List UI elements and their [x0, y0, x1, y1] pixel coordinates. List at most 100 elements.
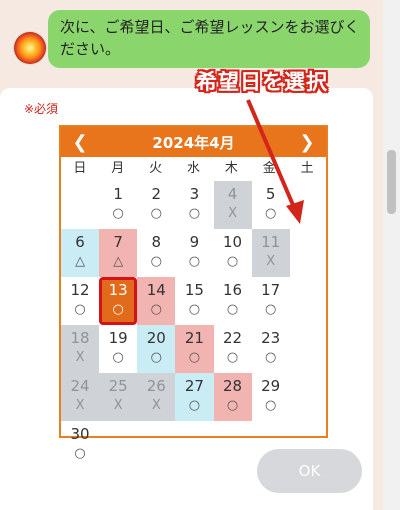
weekday-label: 土 [300, 161, 314, 176]
chat-message-bubble: 次に、ご希望日、ご希望レッスンをお選びください。 [48, 10, 370, 68]
day-number: 10 [223, 233, 243, 251]
day-number: 14 [146, 281, 166, 299]
calendar-header: ❮ 2024年4月 ❯ [61, 127, 326, 157]
availability-mark: X [75, 398, 85, 413]
day-number: 2 [151, 185, 162, 203]
day-number: 13 [108, 281, 128, 299]
chevron-right-icon[interactable]: ❯ [292, 127, 322, 157]
availability-mark: ○ [150, 206, 162, 221]
day-number: 28 [223, 377, 243, 395]
calendar-day[interactable]: 12 ○ [61, 277, 99, 325]
calendar-day: 24 X [61, 373, 100, 421]
calendar-day[interactable]: 20 ○ [137, 325, 176, 373]
day-number: 1 [113, 185, 123, 203]
availability-mark: ○ [265, 398, 277, 413]
availability-mark: ○ [150, 350, 162, 365]
calendar-day[interactable]: 27 ○ [175, 373, 214, 421]
availability-mark: ○ [188, 254, 201, 269]
calendar-day[interactable]: 21 ○ [175, 325, 214, 373]
weekday-label: 木 [224, 161, 238, 176]
scrollbar-track[interactable] [383, 0, 400, 510]
calendar-grid: 1 ○ 2 ○ 3 ○ 4 X 5 ○ 6 △ 7 △ 8 ○ 9 ○ 10 ○ 11 X 12 ○ 13 ○ 14 ○ 15 ○ 16 ○ 1… [61, 181, 326, 469]
day-number: 11 [261, 233, 281, 251]
availability-mark: ○ [265, 302, 277, 317]
calendar-day[interactable]: 7 △ [99, 229, 138, 277]
calendar-day[interactable]: 6 △ [61, 229, 100, 277]
calendar-day[interactable]: 29 ○ [252, 373, 290, 421]
day-number: 9 [189, 233, 200, 251]
calendar-day-selected[interactable]: 13 ○ [99, 277, 138, 325]
calendar-day [61, 181, 100, 229]
weekday-label: 日 [73, 161, 87, 176]
availability-mark: ○ [112, 350, 124, 365]
day-number: 22 [223, 329, 243, 347]
calendar-day[interactable]: 8 ○ [137, 229, 175, 277]
calendar-day[interactable]: 10 ○ [214, 229, 252, 277]
calendar-day: 11 X [251, 229, 290, 277]
calendar-day[interactable]: 22 ○ [214, 325, 252, 373]
calendar-day[interactable]: 2 ○ [137, 181, 175, 229]
weekday-row: 日月火水木金土 [61, 157, 326, 181]
calendar-day[interactable]: 14 ○ [137, 277, 176, 325]
calendar-day[interactable]: 23 ○ [252, 325, 290, 373]
availability-mark: X [228, 206, 238, 221]
day-number: 16 [223, 281, 243, 299]
day-number: 4 [227, 185, 238, 203]
calendar-day[interactable]: 15 ○ [175, 277, 213, 325]
day-number: 27 [184, 377, 204, 395]
day-number: 21 [184, 329, 204, 347]
day-number: 18 [70, 329, 90, 347]
availability-mark: ○ [226, 302, 239, 317]
required-label: ※必須 [24, 102, 59, 116]
scrollbar-thumb[interactable] [387, 150, 396, 214]
calendar-day[interactable]: 5 ○ [252, 181, 290, 229]
calendar-day[interactable]: 16 ○ [214, 277, 252, 325]
day-number: 23 [261, 329, 281, 347]
availability-mark: ○ [150, 254, 162, 269]
availability-mark: ○ [112, 302, 124, 317]
weekday-label: 月 [111, 161, 125, 176]
day-number: 7 [113, 233, 123, 251]
annotation-label: 希望日を選択 [196, 70, 328, 94]
day-number: 17 [261, 281, 281, 299]
calendar-day: 18 X [61, 325, 100, 373]
chat-message-text: 次に、ご希望日、ご希望レッスンをお選びください。 [60, 18, 360, 58]
calendar-day[interactable]: 19 ○ [99, 325, 137, 373]
day-number: 26 [146, 377, 166, 395]
day-number: 5 [265, 185, 276, 203]
day-number: 3 [189, 185, 200, 203]
availability-mark: ○ [188, 398, 201, 413]
calendar-day[interactable]: 17 ○ [252, 277, 290, 325]
availability-mark: ○ [74, 446, 86, 461]
calendar-day[interactable]: 3 ○ [175, 181, 213, 229]
day-number: 25 [108, 377, 128, 395]
weekday-label: 水 [187, 161, 201, 176]
calendar: ❮ 2024年4月 ❯ 日月火水木金土 1 ○ 2 ○ 3 ○ 4 X 5 ○ 6 △ 7 △ 8 ○ 9 ○ 10… [59, 125, 328, 461]
day-number: 19 [108, 329, 128, 347]
availability-mark: X [151, 398, 161, 413]
calendar-day: 26 X [137, 373, 176, 421]
availability-mark: ○ [265, 350, 277, 365]
calendar-month-title: 2024年4月 [152, 133, 235, 152]
ok-button[interactable]: OK [257, 449, 362, 493]
day-number: 20 [146, 329, 166, 347]
availability-mark: △ [113, 254, 124, 269]
availability-mark: X [113, 398, 123, 413]
sun-avatar-icon [14, 32, 46, 64]
chevron-left-icon[interactable]: ❮ [65, 127, 95, 157]
calendar-day[interactable]: 9 ○ [175, 229, 213, 277]
availability-mark: ○ [74, 302, 86, 317]
day-number: 30 [70, 425, 90, 443]
availability-mark: X [266, 254, 276, 269]
availability-mark: ○ [188, 206, 201, 221]
day-number: 29 [261, 377, 281, 395]
availability-mark: ○ [188, 302, 201, 317]
availability-mark: ○ [226, 254, 239, 269]
availability-mark: △ [75, 254, 86, 269]
weekday-label: 金 [262, 161, 276, 176]
calendar-day[interactable]: 30 ○ [61, 421, 99, 469]
availability-mark: ○ [265, 206, 277, 221]
day-number: 8 [151, 233, 162, 251]
calendar-day[interactable]: 28 ○ [213, 373, 252, 421]
calendar-day[interactable]: 1 ○ [99, 181, 137, 229]
